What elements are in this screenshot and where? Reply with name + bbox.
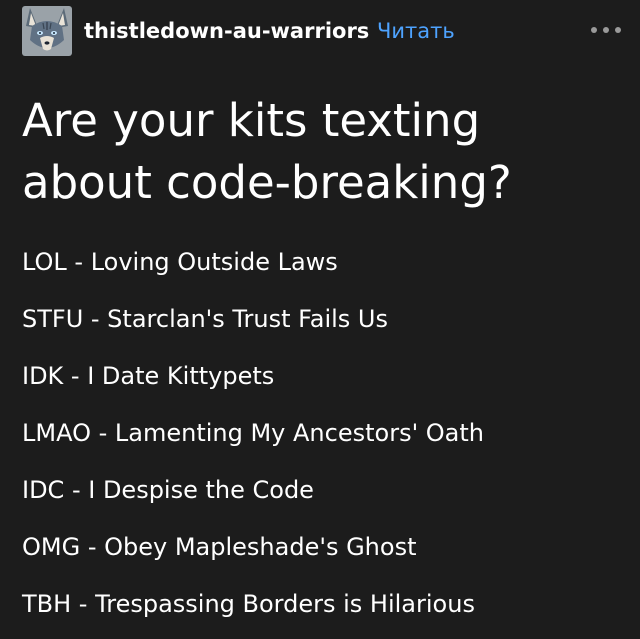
acronym-list: LOL - Loving Outside Laws STFU - Starcla… [22,240,632,639]
list-item: OMG - Obey Mapleshade's Ghost [22,533,417,561]
post-header: thistledown-au-warriors Читать [0,0,640,64]
menu-dot [615,27,621,33]
menu-dot [591,27,597,33]
menu-dot [603,27,609,33]
list-item: IDC - I Despise the Code [22,476,314,504]
list-item: LOL - Loving Outside Laws [22,248,338,276]
post-title: Are your kits texting about code-breakin… [22,94,512,209]
wolf-avatar-icon[interactable] [22,6,72,56]
blog-name-link[interactable]: thistledown-au-warriors [84,19,369,43]
list-item: LMAO - Lamenting My Ancestors' Oath [22,419,485,447]
list-item: IDK - I Date Kittypets [22,362,275,390]
ellipsis-menu-icon[interactable] [591,22,621,38]
list-item: STFU - Starclan's Trust Fails Us [22,305,388,333]
follow-button[interactable]: Читать [377,19,455,43]
list-item: TBH - Trespassing Borders is Hilarious [22,590,475,618]
